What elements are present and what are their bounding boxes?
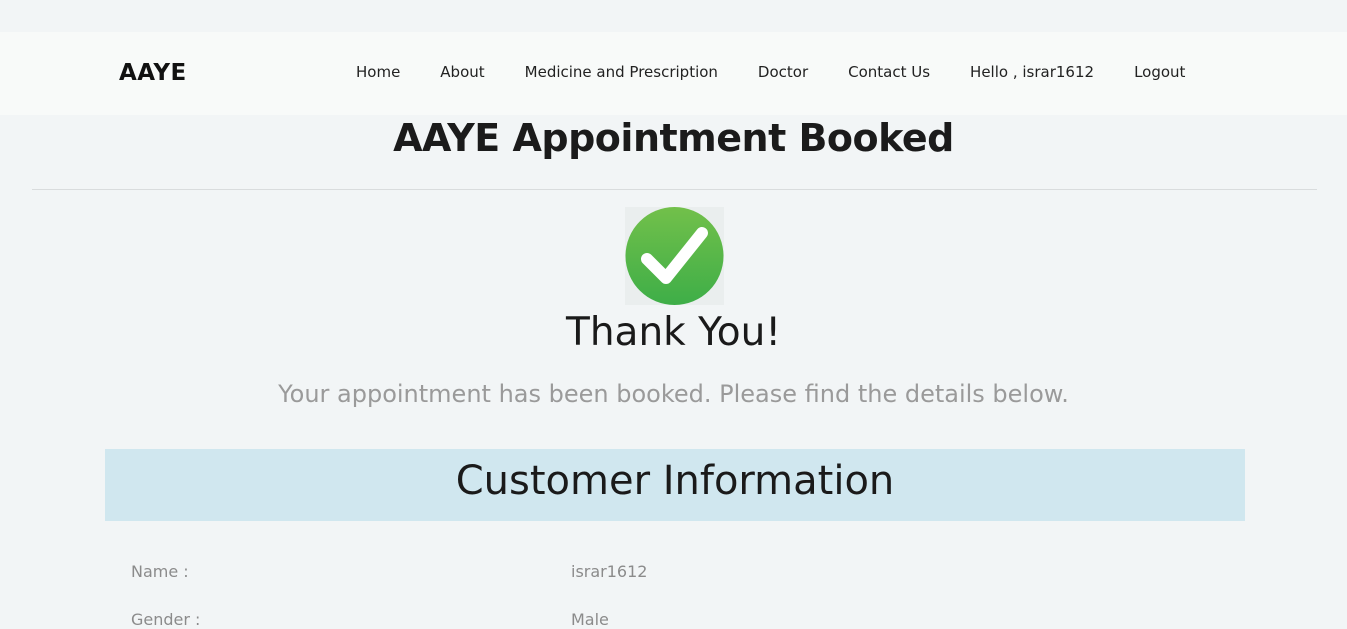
nav-link-logout[interactable]: Logout <box>1134 63 1185 81</box>
nav-user-greeting[interactable]: Hello , israr1612 <box>970 63 1094 81</box>
nav-links: Home About Medicine and Prescription Doc… <box>356 63 1185 81</box>
gender-label: Gender : <box>131 610 201 629</box>
name-value: israr1612 <box>571 562 648 581</box>
thank-you-heading: Thank You! <box>566 310 781 355</box>
page-title: AAYE Appointment Booked <box>393 116 954 160</box>
nav-link-home[interactable]: Home <box>356 63 400 81</box>
divider <box>32 189 1317 190</box>
nav-link-about[interactable]: About <box>440 63 484 81</box>
customer-info-header: Customer Information <box>105 449 1245 521</box>
gender-value: Male <box>571 610 609 629</box>
nav-link-doctor[interactable]: Doctor <box>758 63 808 81</box>
nav-link-medicine[interactable]: Medicine and Prescription <box>525 63 718 81</box>
nav-link-contact[interactable]: Contact Us <box>848 63 930 81</box>
name-label: Name : <box>131 562 189 581</box>
brand-logo[interactable]: AAYE <box>119 60 187 86</box>
confirmation-subtitle: Your appointment has been booked. Please… <box>278 380 1069 408</box>
top-navbar: AAYE Home About Medicine and Prescriptio… <box>0 32 1347 115</box>
check-circle-icon <box>625 207 724 305</box>
